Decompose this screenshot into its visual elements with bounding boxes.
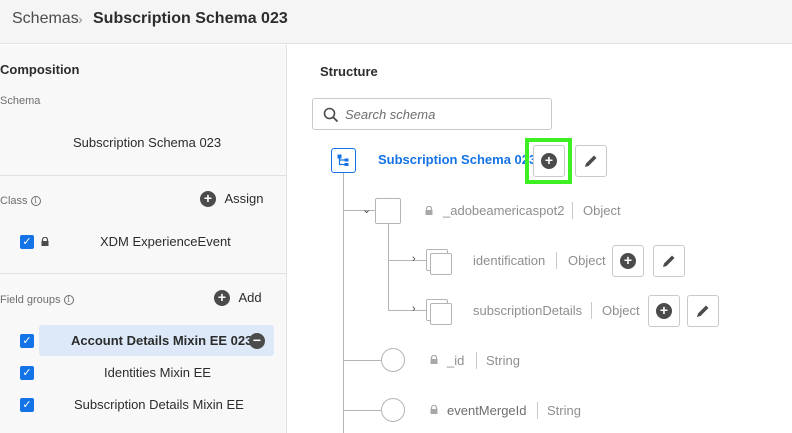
schema-root-icon — [331, 148, 356, 173]
schema-name[interactable]: Subscription Schema 023 — [73, 135, 221, 150]
object-node-icon — [430, 303, 452, 325]
add-field-button[interactable]: + — [533, 145, 565, 177]
assign-label: Assign — [224, 191, 264, 206]
assign-button[interactable]: + Assign — [200, 190, 263, 208]
breadcrumb-schemas-link[interactable]: Schemas — [12, 10, 79, 28]
add-label: Add — [238, 290, 262, 305]
divider — [0, 273, 287, 274]
search-icon — [323, 107, 339, 123]
field-type: Object — [583, 203, 621, 218]
field-name[interactable]: eventMergeId — [447, 403, 527, 418]
field-name[interactable]: _adobeamericaspot2 — [443, 203, 564, 218]
field-type: String — [547, 403, 581, 418]
pencil-icon — [663, 255, 675, 267]
object-node-icon — [375, 198, 401, 224]
plus-icon: + — [200, 191, 216, 207]
field-name[interactable]: _id — [447, 353, 464, 368]
field-groups-label: Field groups i — [0, 294, 74, 306]
class-item[interactable]: XDM ExperienceEvent — [100, 234, 231, 249]
schema-label: Schema — [0, 95, 41, 107]
divider — [556, 252, 557, 269]
schema-root-name[interactable]: Subscription Schema 023 — [378, 152, 536, 167]
divider — [537, 402, 538, 419]
lock-icon — [41, 237, 49, 246]
plus-icon: + — [541, 153, 557, 169]
chevron-down-icon[interactable]: ⌄ — [362, 203, 371, 216]
tree-line — [343, 360, 381, 361]
object-node-icon — [430, 253, 452, 275]
field-node-icon — [381, 398, 405, 422]
structure-panel: Structure Subscription Schema 023 + ⌄ — [288, 45, 792, 433]
edit-button[interactable] — [653, 245, 685, 277]
lock-icon — [430, 405, 438, 414]
tree-line — [388, 310, 426, 311]
chevron-right-icon[interactable]: › — [412, 253, 416, 265]
edit-button[interactable] — [575, 145, 607, 177]
divider — [572, 202, 573, 219]
plus-icon: + — [620, 253, 636, 269]
divider — [476, 352, 477, 369]
hierarchy-icon — [337, 154, 349, 166]
plus-icon: + — [656, 303, 672, 319]
class-checkbox[interactable]: ✓ — [20, 235, 34, 249]
pencil-icon — [697, 305, 709, 317]
class-label: Class i — [0, 195, 41, 207]
field-name[interactable]: identification — [473, 253, 545, 268]
field-group-label[interactable]: Account Details Mixin EE 023 — [71, 333, 252, 348]
field-group-label[interactable]: Subscription Details Mixin EE — [74, 397, 244, 412]
field-group-checkbox[interactable]: ✓ — [20, 366, 34, 380]
tree-line — [388, 260, 426, 261]
chevron-right-icon[interactable]: › — [412, 303, 416, 315]
field-name[interactable]: subscriptionDetails — [473, 303, 582, 318]
pencil-icon — [585, 155, 597, 167]
tree-line — [343, 173, 344, 433]
chevron-right-icon: › — [78, 11, 83, 27]
field-type: String — [486, 353, 520, 368]
search-input[interactable] — [345, 105, 545, 123]
field-group-checkbox[interactable]: ✓ — [20, 334, 34, 348]
field-type: Object — [568, 253, 606, 268]
field-group-checkbox[interactable]: ✓ — [20, 398, 34, 412]
add-field-button[interactable]: + — [648, 295, 680, 327]
composition-panel: Composition Schema Subscription Schema 0… — [0, 45, 287, 433]
plus-icon: + — [214, 290, 230, 306]
divider — [591, 302, 592, 319]
lock-icon — [425, 206, 433, 215]
divider — [0, 175, 287, 176]
search-field[interactable] — [312, 98, 552, 130]
breadcrumb: Schemas › Subscription Schema 023 — [0, 0, 792, 44]
field-group-label[interactable]: Identities Mixin EE — [104, 365, 211, 380]
remove-field-group-icon[interactable]: − — [249, 333, 265, 349]
lock-icon — [430, 355, 438, 364]
field-node-icon — [381, 348, 405, 372]
composition-heading: Composition — [0, 62, 80, 77]
tree-line — [343, 410, 381, 411]
field-type: Object — [602, 303, 640, 318]
page-title: Subscription Schema 023 — [93, 10, 288, 27]
tree-line — [388, 224, 389, 310]
add-field-group-button[interactable]: + Add — [214, 289, 262, 307]
structure-heading: Structure — [320, 64, 378, 79]
edit-button[interactable] — [687, 295, 719, 327]
add-field-button[interactable]: + — [612, 245, 644, 277]
info-icon[interactable]: i — [63, 295, 74, 306]
info-icon[interactable]: i — [30, 196, 41, 207]
